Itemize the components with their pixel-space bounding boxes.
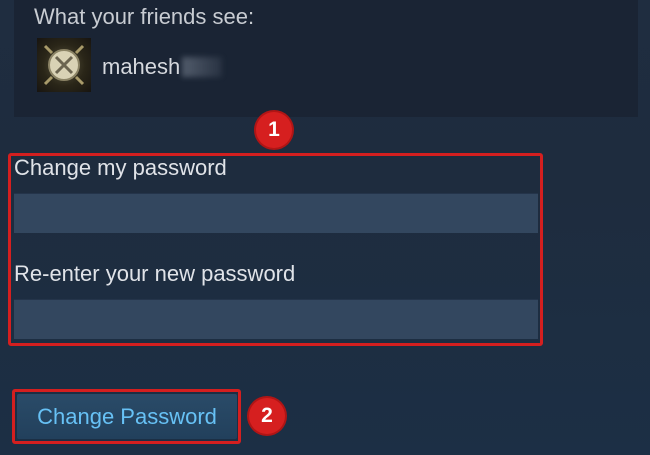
crossed-swords-emblem-icon: [43, 44, 85, 86]
username-redaction-blur: [182, 57, 223, 77]
reenter-password-label: Re-enter your new password: [14, 261, 296, 286]
friend-username: mahesh: [102, 54, 223, 80]
confirm-password-field[interactable]: [14, 299, 538, 339]
username-text: mahesh: [102, 54, 181, 79]
change-password-label: Change my password: [14, 155, 227, 180]
friends-preview-heading: What your friends see:: [34, 4, 255, 29]
step-marker-2: 2: [249, 398, 285, 434]
change-password-button[interactable]: Change Password: [17, 394, 237, 439]
friends-preview-panel: What your friends see: mahesh: [14, 0, 638, 117]
avatar: [37, 38, 91, 92]
new-password-field[interactable]: [14, 193, 538, 233]
step-marker-1: 1: [256, 112, 292, 148]
